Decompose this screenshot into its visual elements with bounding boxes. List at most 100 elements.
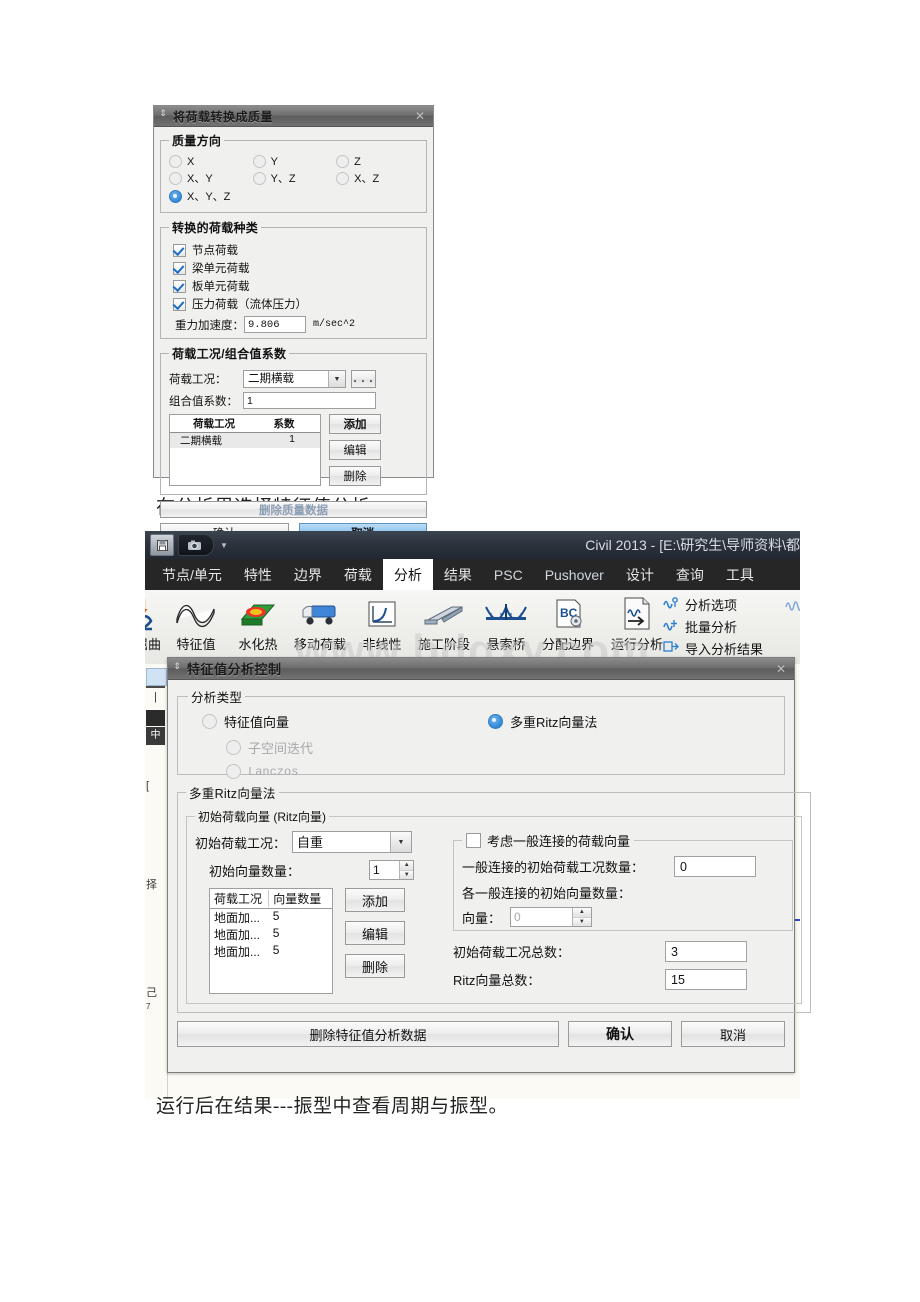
checkbox-icon[interactable] [173, 279, 186, 293]
radio-subspace-iteration[interactable]: 子空间迭代 [226, 738, 488, 757]
load-case-more-button[interactable]: ... [351, 370, 376, 388]
ribbon-item-buckling[interactable]: 屈曲 [145, 590, 165, 653]
spinner-buttons[interactable]: ▲ ▼ [571, 908, 591, 926]
checkbox-icon[interactable] [173, 243, 186, 257]
radio-icon[interactable] [336, 171, 350, 185]
close-icon[interactable]: ✕ [776, 662, 790, 676]
pin-icon[interactable]: ⇕ [158, 109, 168, 122]
radio-icon[interactable] [169, 171, 182, 185]
spinner-down-icon[interactable]: ▼ [400, 870, 413, 879]
tab-design[interactable]: 设计 [615, 559, 665, 590]
ribbon-item-eigenvalue[interactable]: 特征值 [165, 590, 227, 653]
ribbon-item-boundary-bc[interactable]: BC 分配边界 [537, 590, 599, 653]
total-case-input[interactable]: 3 [665, 941, 747, 962]
ribbon-item-hydration-heat[interactable]: 水化热 [227, 590, 289, 653]
table-row[interactable]: 二期横载 1 [170, 433, 320, 448]
edit-button[interactable]: 编辑 [329, 440, 381, 460]
table-row[interactable]: 地面加... 5 [210, 909, 332, 926]
ribbon-item-construction-stage[interactable]: 施工阶段 [413, 590, 475, 653]
radio-multi-ritz[interactable]: 多重Ritz向量法 [488, 712, 597, 731]
radio-z[interactable]: Z [336, 155, 420, 168]
radio-icon[interactable] [336, 155, 350, 168]
close-icon[interactable]: ✕ [415, 109, 429, 123]
delete-mass-data-button[interactable]: 删除质量数据 [160, 501, 427, 518]
radio-icon-selected[interactable] [169, 189, 182, 203]
ribbon-item-moving-load[interactable]: 移动荷载 [289, 590, 351, 653]
radio-icon[interactable] [252, 171, 266, 185]
checkbox-plate-load[interactable]: 板单元荷载 [173, 278, 420, 294]
window-titlebar[interactable]: ▼ Civil 2013 - [E:\研究生\导师资料\都 [145, 531, 800, 559]
tab-tools[interactable]: 工具 [715, 559, 765, 590]
rail-item-6[interactable]: 择 [146, 876, 157, 892]
checkbox-general-link[interactable]: 考虑一般连接的荷载向量 [466, 831, 630, 850]
spinner-buttons[interactable]: ▲ ▼ [399, 861, 413, 879]
cancel-button[interactable]: 取消 [681, 1021, 785, 1047]
radio-icon-selected[interactable] [488, 714, 503, 729]
rail-item-3[interactable] [146, 710, 165, 726]
tab-query[interactable]: 查询 [665, 559, 715, 590]
dialog-titlebar[interactable]: ⇕ 将荷载转换成质量 ✕ [154, 106, 433, 127]
tab-analysis[interactable]: 分析 [382, 559, 433, 590]
radio-x[interactable]: X [169, 155, 253, 168]
total-ritz-input[interactable]: 15 [665, 969, 747, 990]
edit-button[interactable]: 编辑 [345, 921, 405, 945]
tab-psc[interactable]: PSC [483, 559, 534, 590]
rail-item-2[interactable]: | [146, 691, 165, 709]
chevron-down-icon[interactable]: ▼ [390, 832, 411, 852]
rail-item-4[interactable]: 中 [146, 727, 165, 745]
table-row[interactable]: 地面加... 5 [210, 926, 332, 943]
delete-eigen-data-button[interactable]: 删除特征值分析数据 [177, 1021, 559, 1047]
checkbox-icon[interactable] [466, 833, 481, 848]
ok-button[interactable]: 确认 [568, 1021, 672, 1047]
case-table[interactable]: 荷载工况 系数 二期横载 1 [169, 414, 321, 486]
initial-count-spinner[interactable]: 1 ▲ ▼ [369, 860, 414, 880]
left-toolbar-rail[interactable]: | 中 [ 择 己 7 [145, 664, 168, 1099]
rail-item-8[interactable]: 7 [146, 1002, 150, 1011]
rail-item-5[interactable]: [ [146, 780, 149, 792]
chevron-down-icon[interactable]: ▼ [328, 371, 345, 387]
ribbon-item-run-analysis[interactable]: 运行分析 [611, 590, 663, 653]
spinner-up-icon[interactable]: ▲ [400, 861, 413, 871]
radio-eigenvector[interactable]: 特征值向量 [202, 712, 488, 731]
checkbox-icon[interactable] [173, 297, 186, 311]
pin-icon[interactable]: ⇕ [172, 661, 182, 675]
spinner-down-icon[interactable]: ▼ [572, 917, 591, 926]
ribbon-item-suspension-bridge[interactable]: 悬索桥 [475, 590, 537, 653]
dropdown-caret-icon[interactable]: ▼ [220, 541, 228, 550]
ribbon-list-item-batch-analysis[interactable]: 批量分析 [663, 617, 763, 636]
checkbox-icon[interactable] [173, 261, 186, 275]
initial-case-combo[interactable]: 自重 ▼ [292, 831, 412, 853]
radio-icon[interactable] [226, 740, 241, 755]
radio-icon[interactable] [252, 155, 266, 168]
ribbon-list-item-analysis-options[interactable]: 分析选项 [663, 595, 763, 614]
tab-boundary[interactable]: 边界 [283, 559, 333, 590]
delete-button[interactable]: 删除 [345, 954, 405, 978]
ribbon-item-nonlinear[interactable]: 非线性 [351, 590, 413, 653]
rail-item-1[interactable] [146, 668, 167, 686]
gravity-input[interactable]: 9.806 [244, 316, 306, 333]
load-case-combo[interactable]: 二期横载 ▼ [243, 370, 346, 388]
radio-y[interactable]: Y [252, 155, 337, 168]
add-button[interactable]: 添加 [345, 888, 405, 912]
radio-lanczos[interactable]: Lanczos [226, 764, 488, 779]
radio-xz[interactable]: X、Z [336, 170, 420, 186]
waveform-icon[interactable] [785, 598, 800, 617]
rail-item-7[interactable]: 己 [146, 984, 157, 1000]
radio-xyz[interactable]: X、Y、Z [169, 188, 253, 204]
checkbox-pressure-load[interactable]: 压力荷载（流体压力） [173, 296, 420, 312]
tab-pushover[interactable]: Pushover [534, 559, 615, 590]
tab-node-element[interactable]: 节点/单元 [151, 559, 233, 590]
ribbon-list-item-import-results[interactable]: 导入分析结果 [663, 639, 763, 658]
radio-icon[interactable] [169, 155, 182, 168]
tab-load[interactable]: 荷载 [333, 559, 383, 590]
general-link-vector-spinner[interactable]: 0 ▲ ▼ [510, 907, 592, 927]
checkbox-nodal-load[interactable]: 节点荷载 [173, 242, 420, 258]
save-icon[interactable] [150, 534, 174, 556]
vector-table[interactable]: 荷载工况 向量数量 地面加... 5 地面加... 5 地面加... 5 [209, 888, 333, 994]
camera-icon[interactable] [178, 534, 214, 556]
delete-button[interactable]: 删除 [329, 466, 381, 486]
radio-icon[interactable] [226, 764, 241, 779]
table-row[interactable]: 地面加... 5 [210, 943, 332, 960]
dialog-titlebar[interactable]: ⇕ 特征值分析控制 ✕ [168, 658, 794, 680]
add-button[interactable]: 添加 [329, 414, 381, 434]
